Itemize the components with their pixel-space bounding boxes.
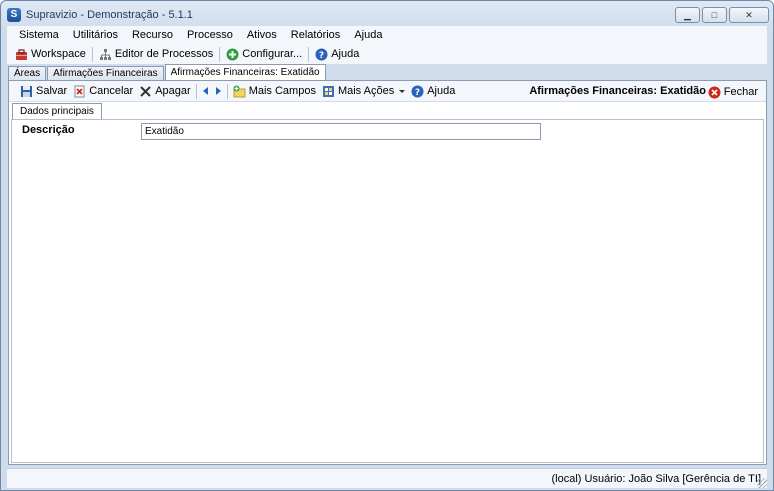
title-bar: S Supravizio - Demonstração - 5.1.1 ▁ □ …: [1, 1, 773, 27]
record-toolbar: Salvar Cancelar Apagar Mais Campos Mais …: [9, 81, 766, 102]
add-fields-icon: [233, 85, 246, 97]
tab-afirmacoes-exatidao[interactable]: Afirmações Financeiras: Exatidão: [164, 64, 326, 81]
actions-grid-icon: [322, 85, 334, 97]
main-data-panel: Descrição: [11, 119, 764, 463]
menu-relatorios[interactable]: Relatórios: [284, 26, 348, 44]
menu-ativos[interactable]: Ativos: [240, 26, 284, 44]
menu-bar: Sistema Utilitários Recurso Processo Ativos R…: [7, 26, 767, 44]
help-icon: ?: [315, 48, 328, 61]
toolbar-separator: [91, 46, 93, 62]
app-logo-icon: S: [7, 8, 21, 22]
record-tabs: Dados principais: [12, 103, 102, 120]
close-record-button[interactable]: Fechar: [705, 83, 761, 101]
workspace-button[interactable]: Workspace: [11, 45, 90, 63]
menu-processo[interactable]: Processo: [180, 26, 240, 44]
description-input[interactable]: [141, 123, 541, 140]
floppy-disk-icon: [21, 85, 32, 97]
tab-dados-principais[interactable]: Dados principais: [12, 103, 102, 120]
menu-utilitarios[interactable]: Utilitários: [66, 26, 125, 44]
more-fields-button[interactable]: Mais Campos: [230, 82, 319, 100]
help-button[interactable]: ? Ajuda: [311, 45, 363, 63]
toolbar-separator: [195, 83, 197, 99]
document-frame: Salvar Cancelar Apagar Mais Campos Mais …: [8, 80, 767, 465]
document-tabs: Áreas Afirmações Financeiras Afirmações …: [8, 64, 327, 81]
minimize-button[interactable]: ▁: [675, 7, 700, 23]
cancel-button[interactable]: Cancelar: [70, 82, 136, 100]
status-bar: (local) Usuário: João Silva [Gerência de…: [7, 468, 767, 488]
menu-ajuda[interactable]: Ajuda: [347, 26, 389, 44]
delete-x-icon: [140, 85, 151, 97]
delete-button[interactable]: Apagar: [136, 82, 193, 100]
toolbar-separator: [226, 83, 228, 99]
delete-label: Apagar: [155, 85, 191, 97]
add-circle-icon: [226, 48, 239, 60]
main-toolbar: Workspace Editor de Processos Configurar…: [7, 44, 767, 64]
maximize-button[interactable]: □: [702, 7, 727, 23]
save-label: Salvar: [36, 85, 68, 97]
menu-recurso[interactable]: Recurso: [125, 26, 180, 44]
org-chart-icon: [99, 48, 111, 60]
toolbar-separator: [219, 46, 221, 62]
app-window: S Supravizio - Demonstração - 5.1.1 ▁ □ …: [0, 0, 774, 491]
process-editor-label: Editor de Processos: [114, 48, 214, 60]
close-record-label: Fechar: [723, 86, 758, 98]
help-label: Ajuda: [331, 48, 360, 60]
previous-record-icon[interactable]: [202, 87, 208, 95]
chevron-down-icon: [399, 89, 406, 93]
save-button[interactable]: Salvar: [17, 82, 70, 100]
configure-label: Configurar...: [242, 48, 303, 60]
resize-grip-icon[interactable]: [757, 478, 767, 488]
next-record-icon[interactable]: [215, 87, 221, 95]
record-help-label: Ajuda: [427, 85, 456, 97]
tab-areas[interactable]: Áreas: [8, 66, 47, 81]
tab-afirmacoes-financeiras[interactable]: Afirmações Financeiras: [47, 66, 164, 81]
svg-text:?: ?: [319, 51, 324, 61]
toolbar-separator: [308, 46, 310, 62]
more-actions-button[interactable]: Mais Ações: [319, 82, 408, 100]
process-editor-button[interactable]: Editor de Processos: [95, 45, 217, 63]
close-icon: [708, 86, 721, 98]
workspace-label: Workspace: [31, 48, 86, 60]
help-icon: ?: [411, 85, 424, 98]
svg-text:?: ?: [415, 88, 420, 98]
record-help-button[interactable]: ? Ajuda: [408, 82, 458, 100]
more-actions-label: Mais Ações: [337, 85, 395, 97]
close-window-button[interactable]: ✕: [729, 7, 769, 23]
status-text: (local) Usuário: João Silva [Gerência de…: [551, 473, 762, 485]
menu-sistema[interactable]: Sistema: [7, 26, 66, 44]
cancel-document-icon: [74, 85, 85, 97]
more-fields-label: Mais Campos: [248, 85, 316, 97]
record-title: Afirmações Financeiras: Exatidão: [529, 85, 706, 97]
configure-button[interactable]: Configurar...: [222, 45, 306, 63]
cancel-label: Cancelar: [89, 85, 134, 97]
description-label: Descrição: [22, 124, 75, 136]
briefcase-icon: [16, 48, 27, 60]
window-title: Supravizio - Demonstração - 5.1.1: [26, 9, 193, 21]
